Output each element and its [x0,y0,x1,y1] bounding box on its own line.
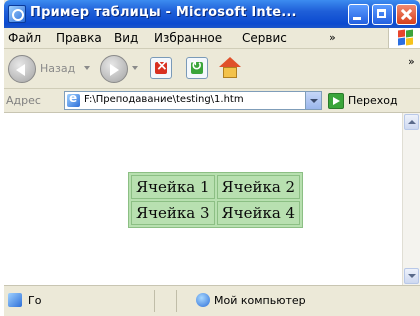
back-button-label[interactable]: Назад [40,62,75,75]
go-arrow-icon[interactable] [328,93,344,109]
menu-overflow-chevron[interactable]: » [329,31,336,44]
table-cell: Ячейка 2 [216,175,301,199]
my-computer-icon [196,293,210,307]
back-arrow-icon[interactable] [8,55,36,83]
home-icon[interactable] [218,56,242,80]
page-status-icon [8,293,22,307]
toolbar-overflow-chevron[interactable]: » [408,55,415,68]
status-bar: Го Мой компьютер [4,285,420,316]
stop-icon[interactable] [150,57,172,79]
menu-edit[interactable]: Правка [56,31,102,45]
standard-toolbar: Назад » [4,49,420,89]
browser-window: Пример таблицы - Microsoft Inte... Файл … [4,0,420,316]
close-button[interactable] [396,4,417,25]
maximize-button[interactable] [372,4,393,25]
status-text: Го [28,294,42,307]
menu-file[interactable]: Файл [8,31,41,45]
page-content: Ячейка 1 Ячейка 2 Ячейка 3 Ячейка 4 [4,113,402,285]
menu-favorites[interactable]: Избранное [154,31,222,45]
refresh-icon[interactable] [186,57,208,79]
page-icon [67,91,80,107]
address-label: Адрес [6,94,41,107]
menu-bar: Файл Правка Вид Избранное Сервис » [4,28,420,49]
table-cell: Ячейка 3 [131,201,215,225]
address-dropdown-icon[interactable] [305,92,321,109]
forward-history-dropdown-icon[interactable] [132,66,138,70]
data-table: Ячейка 1 Ячейка 2 Ячейка 3 Ячейка 4 [128,172,304,228]
menu-view[interactable]: Вид [114,31,138,45]
table-cell: Ячейка 1 [131,175,215,199]
title-bar[interactable]: Пример таблицы - Microsoft Inte... [4,0,420,28]
scroll-down-icon[interactable] [404,268,419,284]
window-title: Пример таблицы - Microsoft Inte... [30,5,297,20]
go-button-label[interactable]: Переход [348,94,398,107]
ie-logo-icon [8,5,26,23]
table-cell: Ячейка 4 [216,201,301,225]
address-bar: Адрес F:\Преподавание\testing\1.htm Пере… [4,89,420,113]
security-zone-label: Мой компьютер [214,294,306,307]
vertical-scrollbar[interactable] [402,113,420,285]
forward-arrow-icon[interactable] [100,55,128,83]
table-row: Ячейка 1 Ячейка 2 [131,175,301,199]
windows-flag-icon [388,28,420,48]
address-input[interactable]: F:\Преподавание\testing\1.htm [64,91,322,110]
status-divider [154,290,155,312]
menu-tools[interactable]: Сервис [242,31,287,45]
status-divider [176,290,177,312]
minimize-button[interactable] [348,4,369,25]
scroll-up-icon[interactable] [404,114,419,130]
table-row: Ячейка 3 Ячейка 4 [131,201,301,225]
back-history-dropdown-icon[interactable] [84,66,90,70]
address-value[interactable]: F:\Преподавание\testing\1.htm [84,94,306,105]
